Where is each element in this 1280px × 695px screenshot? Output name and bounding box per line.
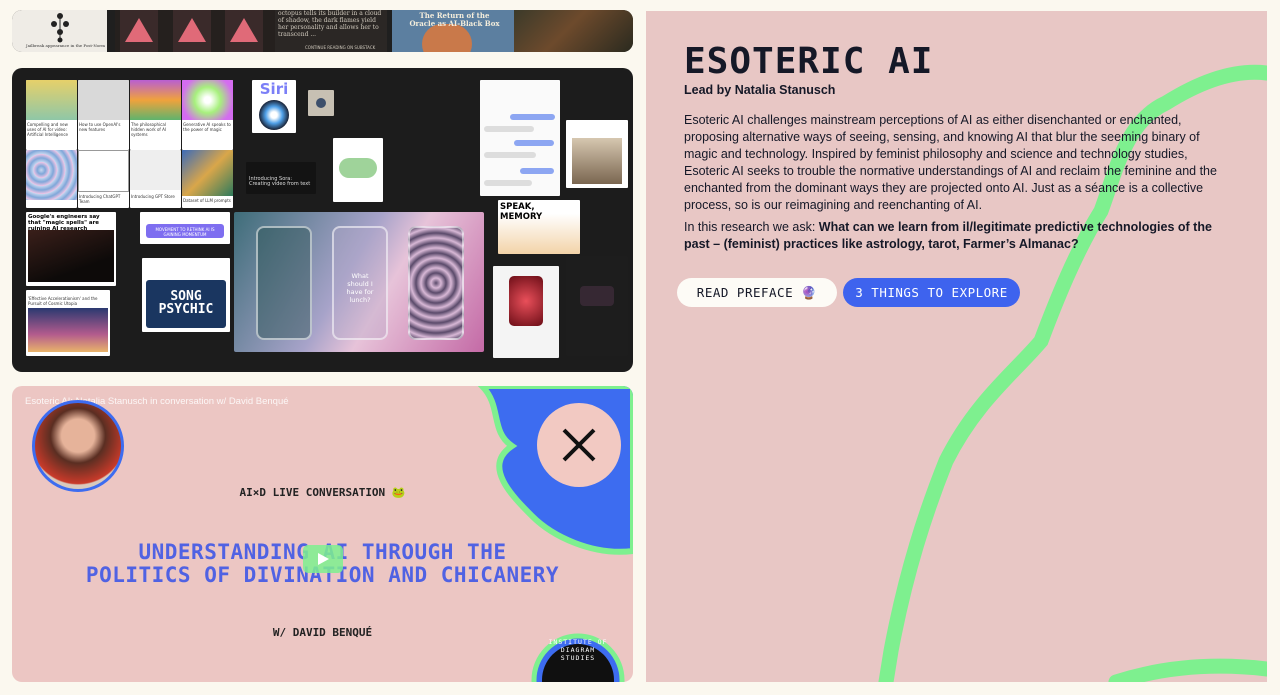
headline-card-accelerationism[interactable]: 'Effective Accelerationism' and the Purs… (26, 290, 110, 356)
research-question: In this research we ask: What can we lea… (684, 219, 1234, 253)
strip-thumbnail-oracle[interactable]: The Return of the Oracle as AI-Black Box (392, 10, 514, 52)
pyramid-icon (120, 10, 263, 52)
strip-thumbnail-substack[interactable]: octopus tells its builder in a cloud of … (275, 10, 387, 52)
song-psychic-label: SONG PSYCHIC (158, 289, 214, 317)
article-card[interactable]: Introducing ChatGPT Team (78, 150, 129, 208)
video-kicker: AI×D LIVE CONVERSATION 🐸 (239, 486, 406, 499)
article-caption: The philosophical hidden work of AI syst… (131, 122, 166, 137)
sora-label: Introducing Sora: Creating video from te… (249, 176, 311, 187)
close-button[interactable] (537, 403, 621, 487)
research-collage: Compelling and new uses of AI for video:… (12, 68, 633, 372)
play-button[interactable] (303, 545, 343, 573)
siri-orb-icon (259, 100, 289, 130)
tweet-highlight-text: MOVEMENT TO RETHINK AI IS GAINING MOMENT… (155, 227, 215, 237)
headline-image (28, 230, 114, 282)
sora-card[interactable]: Introducing Sora: Creating video from te… (246, 162, 316, 194)
phone-mockup (408, 226, 464, 340)
phone-screenshot[interactable] (493, 266, 559, 358)
oracle-illustration (422, 24, 472, 52)
siri-label: Siri (259, 80, 289, 98)
research-question-intro: In this research we ask: (684, 220, 819, 234)
strip-thumbnail-caption: Jailbreak appearance in the Post-Norm (26, 43, 105, 48)
read-preface-button[interactable]: READ PREFACE 🔮 (677, 278, 837, 307)
phone-mockup: What should I have for lunch? (332, 226, 388, 340)
video-with: W/ DAVID BENQUÉ (272, 626, 373, 639)
phone-screen-image (509, 276, 543, 326)
article-caption: Dataset of LLM prompts (183, 198, 231, 203)
speak-memory-title: SPEAK, MEMORY (500, 202, 543, 222)
portrait-image (572, 138, 622, 184)
top-image-strip: Jailbreak appearance in the Post-Norm oc… (12, 10, 633, 52)
article-caption: Generative AI speaks to the power of mag… (183, 122, 231, 132)
play-icon (318, 553, 329, 565)
headline-image (28, 308, 108, 352)
phone-question: What should I have for lunch? (346, 272, 374, 304)
article-card[interactable]: Dataset of LLM prompts (182, 150, 233, 208)
phone-screenshot[interactable] (566, 256, 628, 356)
strip-thumbnail-forest[interactable] (514, 10, 633, 52)
article-card[interactable]: How to use OpenAI's new features (78, 80, 129, 150)
article-caption: Introducing ChatGPT Team (79, 194, 121, 204)
phone-mockup (256, 226, 312, 340)
headline-text: 'Effective Accelerationism' and the Purs… (28, 296, 98, 306)
strip-article-text: octopus tells its builder in a cloud of … (278, 10, 382, 38)
strip-thumbnail-chart[interactable]: Jailbreak appearance in the Post-Norm (12, 10, 107, 52)
project-description: Esoteric AI challenges mainstream percep… (684, 113, 1217, 212)
portrait-card[interactable] (566, 120, 628, 188)
article-caption: Compelling and new uses of AI for video:… (27, 122, 68, 137)
article-card[interactable]: Introducing GPT Store (130, 150, 181, 208)
article-card[interactable] (26, 150, 77, 208)
chat-screenshot[interactable] (480, 80, 560, 196)
speak-memory-card[interactable]: SPEAK, MEMORY (498, 200, 580, 254)
video-embed[interactable]: INSTITUTE OF DIAGRAM STUDIES Esoteric AI… (12, 386, 633, 682)
headline-card-magic-spells[interactable]: Google's engineers say that "magic spell… (26, 212, 116, 286)
tweet-card[interactable] (333, 138, 383, 202)
seal-text: INSTITUTE OF DIAGRAM STUDIES (548, 638, 608, 662)
article-card[interactable]: Compelling and new uses of AI for video:… (26, 80, 77, 150)
close-icon (562, 428, 596, 462)
article-card[interactable]: The philosophical hidden work of AI syst… (130, 80, 181, 150)
siri-card[interactable]: Siri (252, 80, 296, 133)
project-info-panel: ESOTERIC AI Lead by Natalia Stanusch Eso… (646, 11, 1267, 682)
things-to-explore-button[interactable]: 3 THINGS TO EXPLORE (843, 278, 1020, 307)
tweet-card-movement[interactable]: MOVEMENT TO RETHINK AI IS GAINING MOMENT… (140, 212, 230, 244)
avatar (32, 400, 124, 492)
oracle-phone-mockups[interactable]: What should I have for lunch? (234, 212, 484, 352)
small-photo-card[interactable] (308, 90, 334, 116)
article-caption: How to use OpenAI's new features (79, 122, 121, 132)
song-psychic-card[interactable]: SONG PSYCHIC (142, 258, 230, 332)
strip-thumbnail-pyramids[interactable] (115, 10, 275, 52)
strip-oracle-title: The Return of the Oracle as AI-Black Box (409, 11, 500, 28)
strip-article-footer: CONTINUE READING ON SUBSTACK (305, 45, 376, 50)
project-lead: Lead by Natalia Stanusch (684, 83, 836, 97)
article-card[interactable]: Generative AI speaks to the power of mag… (182, 80, 233, 150)
article-caption: Introducing GPT Store (131, 194, 175, 199)
page-title: ESOTERIC AI (684, 41, 934, 82)
